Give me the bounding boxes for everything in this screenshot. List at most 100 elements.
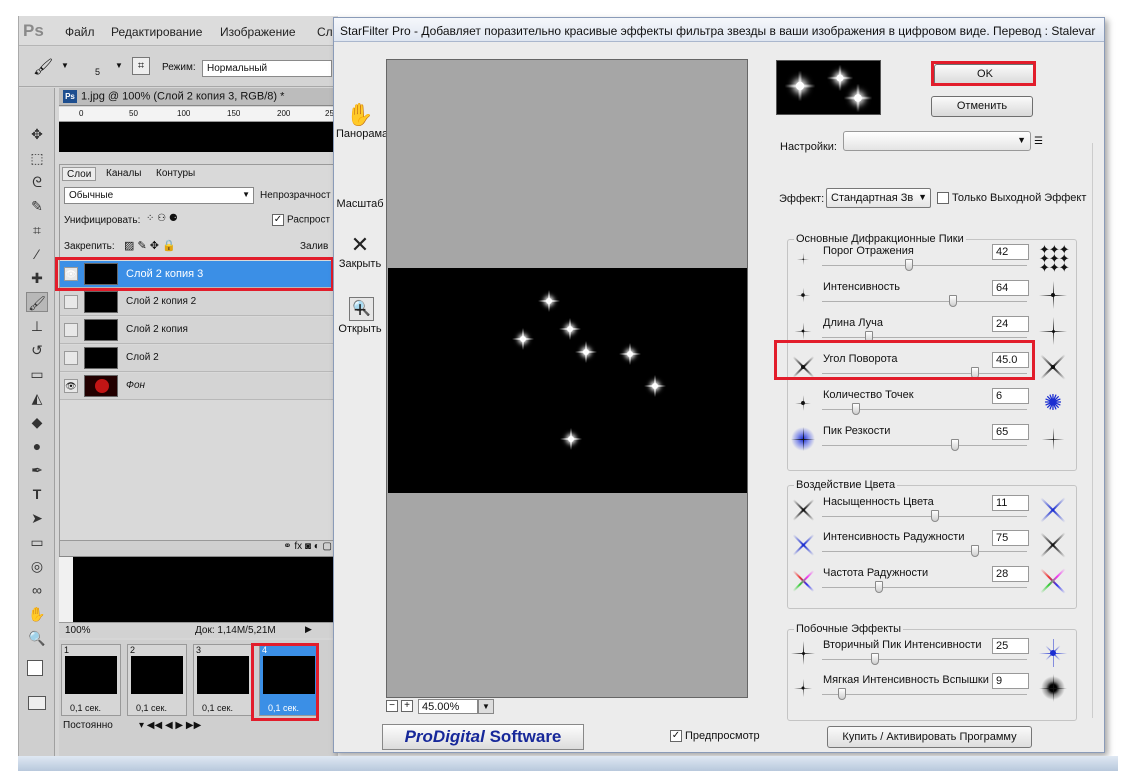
slider-thumb[interactable] xyxy=(838,688,846,700)
animation-frame[interactable]: 1 0,1 сек. xyxy=(61,644,121,716)
animation-frame[interactable]: 2 0,1 сек. xyxy=(127,644,187,716)
slider-thumb[interactable] xyxy=(871,653,879,665)
eraser-icon[interactable]: ▭ xyxy=(26,364,48,384)
pan-tool[interactable]: ✋ Панорама xyxy=(336,102,388,140)
zoom-dropdown-icon[interactable]: ▼ xyxy=(478,699,494,714)
menu-layer[interactable]: Сл xyxy=(317,25,333,39)
effect-select[interactable]: Стандартная Зв ▼ xyxy=(826,188,931,208)
layer-row[interactable]: Слой 2 копия 2 xyxy=(60,289,336,316)
lasso-tool-icon[interactable]: ᘓ xyxy=(26,172,48,192)
slider-track[interactable] xyxy=(822,516,1027,517)
dodge-tool-icon[interactable]: ● xyxy=(26,436,48,456)
document-canvas[interactable] xyxy=(59,122,338,152)
slider-track[interactable] xyxy=(822,265,1027,266)
blur-tool-icon[interactable]: ◆ xyxy=(26,412,48,432)
3d-rotate-icon[interactable]: ◎ xyxy=(26,556,48,576)
quick-select-icon[interactable]: ✎ xyxy=(26,196,48,216)
zoom-in-button[interactable]: + xyxy=(401,700,413,712)
param-value[interactable]: 11 xyxy=(992,495,1029,511)
quick-mask-icon[interactable] xyxy=(28,696,46,710)
eye-toggle[interactable] xyxy=(64,295,78,309)
slider-track[interactable] xyxy=(822,301,1027,302)
param-value[interactable]: 6 xyxy=(992,388,1029,404)
slider-thumb[interactable] xyxy=(852,403,860,415)
propagate-checkbox[interactable]: ✓ Распрост xyxy=(272,214,330,226)
path-select-icon[interactable]: ➤ xyxy=(26,508,48,528)
status-zoom[interactable]: 100% xyxy=(65,625,91,636)
settings-menu-icon[interactable]: ☰ xyxy=(1034,136,1043,147)
brush-panel-icon[interactable]: ⌗ xyxy=(132,57,150,75)
layer-row[interactable]: Слой 2 xyxy=(60,345,336,372)
document-tab[interactable]: Ps 1.jpg @ 100% (Слой 2 копия 3, RGB/8) * xyxy=(59,88,338,106)
playback-controls-icon[interactable]: ▾ ◀◀ ◀ ▶ ▶▶ xyxy=(139,720,201,731)
settings-select[interactable]: ▼ xyxy=(843,131,1031,151)
frame-time[interactable]: 0,1 сек. xyxy=(136,703,167,713)
eye-toggle[interactable] xyxy=(64,323,78,337)
slider-track[interactable] xyxy=(822,659,1027,660)
history-brush-icon[interactable]: ↺ xyxy=(26,340,48,360)
param-value[interactable]: 25 xyxy=(992,638,1029,654)
menu-image[interactable]: Изображение xyxy=(220,25,296,39)
slider-thumb[interactable] xyxy=(931,510,939,522)
close-tool[interactable]: ✕ Закрыть xyxy=(336,232,384,270)
param-value[interactable]: 75 xyxy=(992,530,1029,546)
tab-channels[interactable]: Каналы xyxy=(102,167,146,181)
dropdown-arrow-icon[interactable]: ▼ xyxy=(115,61,123,70)
zoom-value[interactable]: 45.00% xyxy=(418,699,478,714)
eye-toggle[interactable] xyxy=(64,351,78,365)
param-value[interactable]: 28 xyxy=(992,566,1029,582)
only-output-checkbox[interactable]: Только Выходной Эффект xyxy=(937,192,1086,205)
slider-track[interactable] xyxy=(822,587,1027,588)
param-value[interactable]: 24 xyxy=(992,316,1029,332)
open-tool[interactable]: + Открыть xyxy=(336,297,384,335)
slider-thumb[interactable] xyxy=(951,439,959,451)
layer-row[interactable]: Слой 2 копия xyxy=(60,317,336,344)
right-scrollbar[interactable] xyxy=(1092,143,1102,718)
type-tool-icon[interactable]: T xyxy=(26,484,48,504)
marquee-tool-icon[interactable]: ⬚ xyxy=(26,148,48,168)
loop-select[interactable]: Постоянно xyxy=(63,720,113,731)
param-value[interactable]: 64 xyxy=(992,280,1029,296)
slider-track[interactable] xyxy=(822,337,1027,338)
param-value[interactable]: 9 xyxy=(992,673,1029,689)
zoom-tool[interactable]: 🔍 Масштаб xyxy=(336,166,384,321)
animation-frame[interactable]: 3 0,1 сек. xyxy=(193,644,253,716)
dropdown-arrow-icon[interactable]: ▼ xyxy=(61,61,69,70)
frame-time[interactable]: 0,1 сек. xyxy=(70,703,101,713)
eye-icon[interactable]: 👁 xyxy=(64,379,78,393)
slider-track[interactable] xyxy=(822,694,1027,695)
brush-size[interactable]: 5 xyxy=(95,67,100,77)
brush-tool-icon[interactable]: 🖌 xyxy=(26,292,48,312)
slider-track[interactable] xyxy=(822,445,1027,446)
lock-icons[interactable]: ▨ ✎ ✥ 🔒 xyxy=(124,239,176,252)
zoom-out-button[interactable]: − xyxy=(386,700,398,712)
layers-footer-icons[interactable]: ⚭ fx ◙ ◐ ▢ xyxy=(60,540,338,556)
param-value[interactable]: 65 xyxy=(992,424,1029,440)
layer-row[interactable]: 👁 Фон xyxy=(60,373,336,400)
hand-tool-icon[interactable]: ✋ xyxy=(26,604,48,624)
slider-track[interactable] xyxy=(822,551,1027,552)
param-value[interactable]: 42 xyxy=(992,244,1029,260)
menu-edit[interactable]: Редактирование xyxy=(111,25,202,39)
eyedropper-icon[interactable]: ⁄ xyxy=(26,244,48,264)
shape-tool-icon[interactable]: ▭ xyxy=(26,532,48,552)
zoom-tool-icon[interactable]: 🔍 xyxy=(26,628,48,648)
tab-paths[interactable]: Контуры xyxy=(152,167,199,181)
mode-select[interactable]: Нормальный xyxy=(202,60,332,77)
healing-brush-icon[interactable]: ✚ xyxy=(26,268,48,288)
blend-mode-select[interactable]: Обычные ▼ xyxy=(64,187,254,204)
menu-file[interactable]: Файл xyxy=(65,25,95,39)
brush-icon[interactable]: 🖌 xyxy=(33,57,53,77)
move-tool-icon[interactable]: ✥ xyxy=(26,124,48,144)
slider-thumb[interactable] xyxy=(949,295,957,307)
crop-tool-icon[interactable]: ⌗ xyxy=(26,220,48,240)
stamp-tool-icon[interactable]: ⊥ xyxy=(26,316,48,336)
pen-tool-icon[interactable]: ✒ xyxy=(26,460,48,480)
bucket-icon[interactable]: ◭ xyxy=(26,388,48,408)
3d-orbit-icon[interactable]: ∞ xyxy=(26,580,48,600)
slider-thumb[interactable] xyxy=(905,259,913,271)
preview-area[interactable] xyxy=(386,59,748,698)
unify-icons[interactable]: ⁘ ⚇ ⚈ xyxy=(146,213,178,224)
play-arrow-icon[interactable]: ▶ xyxy=(305,624,312,635)
frame-time[interactable]: 0,1 сек. xyxy=(202,703,233,713)
